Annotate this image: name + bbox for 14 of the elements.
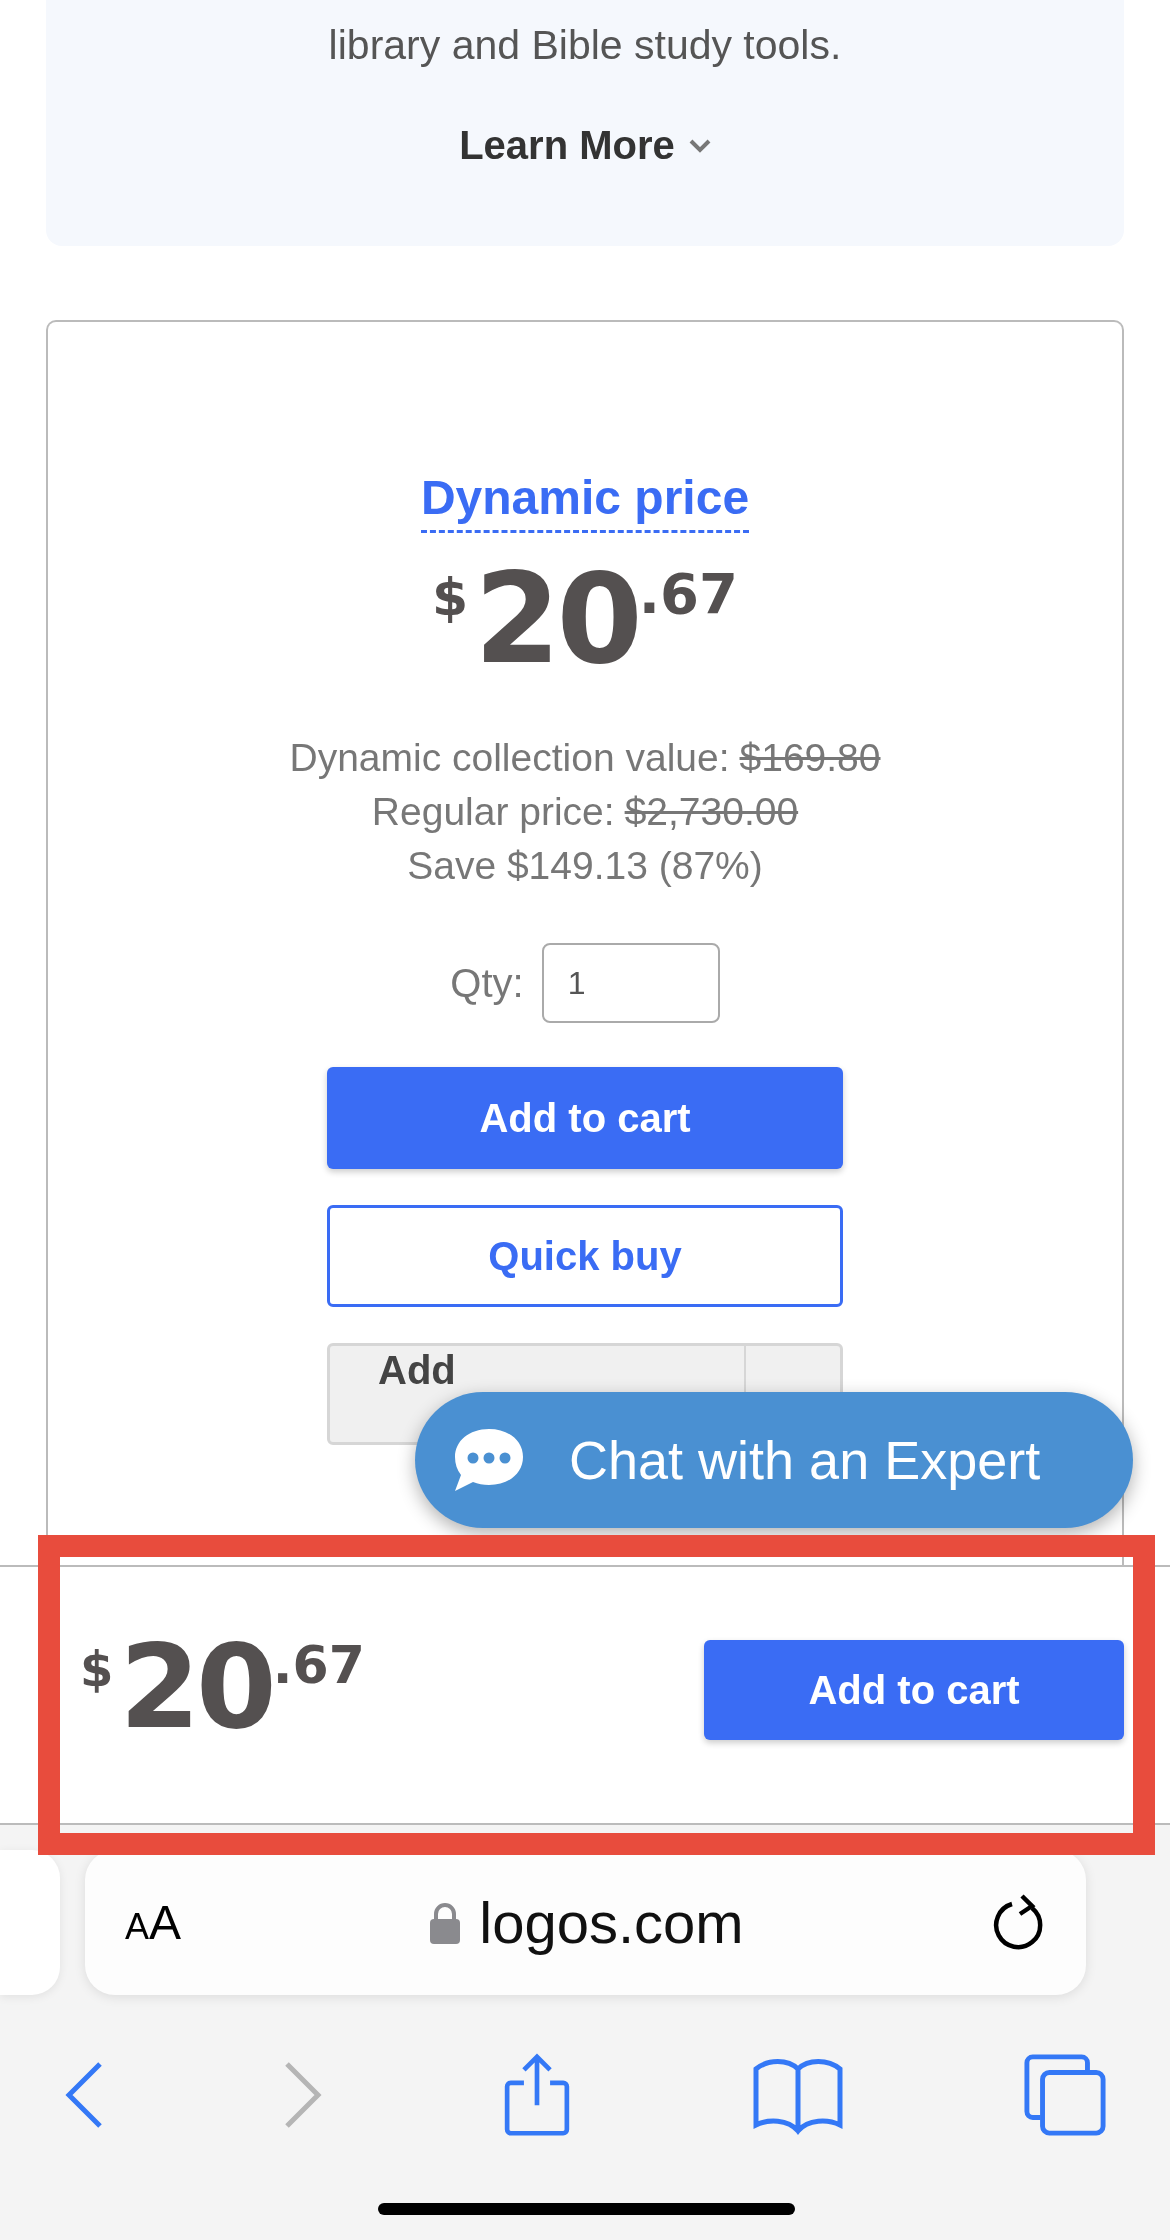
currency-symbol: $ [432, 567, 469, 627]
price-label: Save $149.13 (87%) [407, 843, 763, 889]
url-text: logos.com [479, 1889, 744, 1956]
price-label: Regular price: [371, 789, 615, 835]
old-price: $2,730.00 [624, 789, 799, 835]
old-price: $169.80 [739, 735, 881, 781]
currency-symbol: $ [80, 1641, 114, 1697]
description-text: library and Bible study tools. [328, 21, 842, 70]
price-whole: 20 [119, 1629, 273, 1745]
price-label: Dynamic collection value: [289, 735, 730, 781]
price-cents: .67 [638, 561, 738, 626]
price-cents: .67 [272, 1635, 365, 1695]
qty-label: Qty: [450, 960, 524, 1006]
price-whole: 20 [474, 557, 639, 681]
